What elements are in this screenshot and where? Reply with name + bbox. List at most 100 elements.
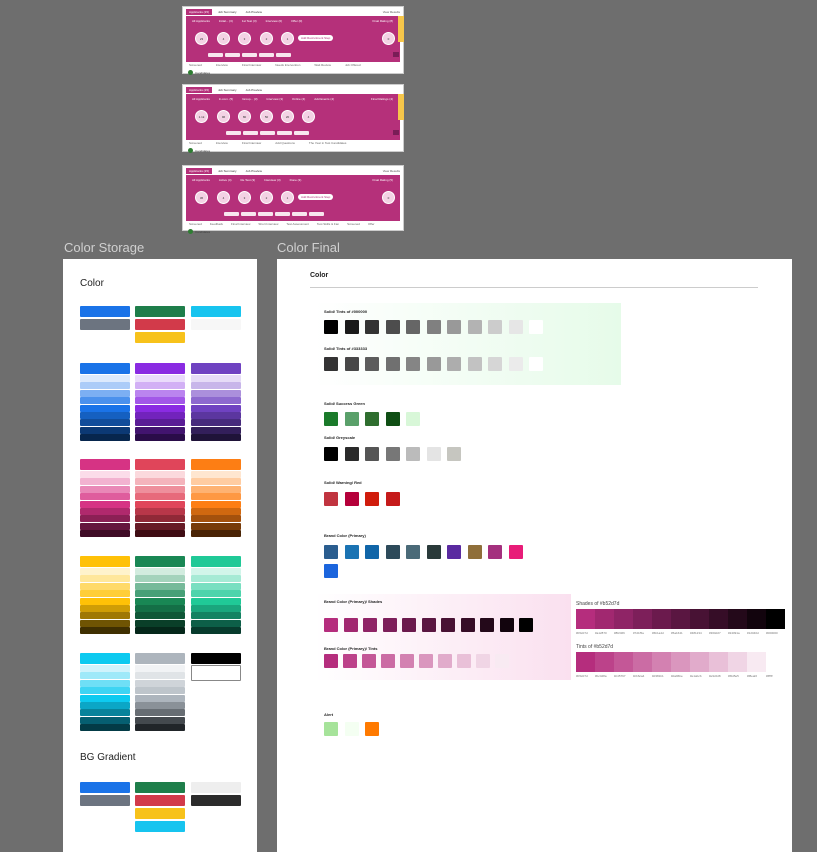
ramp-swatch[interactable] <box>135 612 185 620</box>
stage-node[interactable]: 0 <box>382 191 395 204</box>
ramp-swatch[interactable] <box>135 426 185 434</box>
color-swatch[interactable] <box>426 320 441 334</box>
ramp-swatch[interactable] <box>80 471 130 478</box>
shade-strip[interactable] <box>614 609 633 629</box>
gradient-swatch[interactable] <box>191 795 241 806</box>
color-swatch[interactable] <box>488 320 502 334</box>
stage-node[interactable]: 96 <box>217 110 230 123</box>
color-swatch[interactable] <box>519 618 533 632</box>
ramp-swatch[interactable] <box>135 389 185 397</box>
color-swatch[interactable] <box>447 320 461 334</box>
stage-node[interactable]: 0 <box>382 32 395 45</box>
stage-node[interactable]: 1 <box>281 191 294 204</box>
tab-job-preview[interactable]: Job Preview <box>243 9 265 15</box>
ramp-swatch[interactable] <box>135 694 185 702</box>
ramp-swatch[interactable] <box>135 627 185 635</box>
ramp-swatch[interactable] <box>191 389 241 397</box>
stage-node[interactable]: 4 <box>217 32 230 45</box>
color-swatch[interactable] <box>508 545 523 559</box>
color-swatch[interactable] <box>343 654 357 668</box>
ramp-swatch[interactable] <box>80 389 130 397</box>
color-swatch[interactable] <box>421 618 436 632</box>
ramp-swatch[interactable] <box>191 605 241 612</box>
shade-strip[interactable] <box>652 609 671 629</box>
gradient-swatch[interactable] <box>135 782 185 793</box>
filter-tag[interactable] <box>258 212 273 216</box>
ramp-swatch[interactable] <box>191 627 241 635</box>
ramp-swatch[interactable] <box>80 397 130 405</box>
color-swatch[interactable] <box>495 654 509 668</box>
side-flag[interactable] <box>398 94 404 120</box>
stage-node[interactable]: 20 <box>281 110 294 123</box>
side-flag[interactable] <box>398 16 404 42</box>
shade-strip[interactable] <box>709 609 728 629</box>
ramp-swatch[interactable] <box>135 412 185 419</box>
frame-title-color-storage[interactable]: Color Storage <box>64 240 144 255</box>
ramp-swatch[interactable] <box>80 508 130 515</box>
color-swatch[interactable] <box>402 618 416 632</box>
color-swatch[interactable] <box>447 357 461 371</box>
ramp-swatch[interactable] <box>80 426 130 434</box>
ramp-header[interactable] <box>191 653 241 664</box>
ramp-swatch[interactable] <box>135 568 185 575</box>
color-swatch[interactable] <box>529 320 543 334</box>
color-swatch[interactable] <box>385 447 400 461</box>
ramp-swatch[interactable] <box>191 665 241 681</box>
stage-node[interactable]: 2 <box>260 191 273 204</box>
ramp-swatch[interactable] <box>135 434 185 442</box>
ramp-swatch[interactable] <box>80 679 130 687</box>
color-swatch[interactable] <box>447 447 461 461</box>
tint-strip[interactable] <box>728 652 747 672</box>
filter-tag[interactable] <box>241 212 256 216</box>
filter-tag[interactable] <box>226 131 241 135</box>
color-swatch[interactable] <box>365 492 379 506</box>
ramp-header[interactable] <box>135 556 185 567</box>
ramp-swatch[interactable] <box>135 575 185 583</box>
tint-strip[interactable] <box>747 652 766 672</box>
tint-strip[interactable] <box>671 652 690 672</box>
ramp-swatch[interactable] <box>135 582 185 590</box>
filter-tag[interactable] <box>294 131 309 135</box>
stage-node[interactable]: 2 <box>260 32 273 45</box>
ramp-swatch[interactable] <box>135 515 185 523</box>
filter-tag[interactable] <box>225 53 240 57</box>
tint-strip[interactable] <box>614 652 633 672</box>
stage-node[interactable]: 3 <box>238 32 251 45</box>
ramp-swatch[interactable] <box>191 434 241 442</box>
stage-node[interactable]: 1.1k <box>195 110 208 123</box>
color-swatch[interactable] <box>324 545 338 559</box>
color-swatch[interactable] <box>324 412 338 426</box>
filter-tag[interactable] <box>243 131 258 135</box>
stage-node[interactable]: 36 <box>195 191 208 204</box>
stage-node[interactable]: 4 <box>217 191 230 204</box>
color-swatch[interactable] <box>365 320 379 334</box>
color-swatch[interactable] <box>385 357 400 371</box>
ramp-swatch[interactable] <box>191 612 241 620</box>
color-swatch[interactable] <box>385 545 400 559</box>
ramp-swatch[interactable] <box>80 709 130 717</box>
shade-strip[interactable] <box>728 609 747 629</box>
filter-tag[interactable] <box>242 53 257 57</box>
filter-tag[interactable] <box>309 212 324 216</box>
ramp-swatch[interactable] <box>135 590 185 598</box>
shade-strip[interactable] <box>633 609 652 629</box>
color-swatch[interactable] <box>385 412 400 426</box>
ramp-swatch[interactable] <box>80 702 130 709</box>
ramp-header[interactable] <box>135 459 185 470</box>
color-swatch[interactable] <box>499 618 514 632</box>
gradient-swatch[interactable] <box>135 808 185 819</box>
ramp-swatch[interactable] <box>80 575 130 583</box>
filter-tag[interactable] <box>276 53 291 57</box>
ramp-swatch[interactable] <box>135 605 185 612</box>
ramp-header[interactable] <box>191 459 241 470</box>
tab-job-summary[interactable]: Job Summary <box>215 87 240 93</box>
ramp-swatch[interactable] <box>80 522 130 530</box>
color-swatch[interactable] <box>426 357 441 371</box>
ramp-swatch[interactable] <box>191 500 241 508</box>
stage-node[interactable]: 80 <box>238 110 251 123</box>
color-swatch[interactable] <box>467 545 482 559</box>
ramp-swatch[interactable] <box>191 582 241 590</box>
ramp-swatch[interactable] <box>191 590 241 598</box>
ramp-swatch[interactable] <box>191 522 241 530</box>
token-swatch[interactable] <box>80 306 130 317</box>
